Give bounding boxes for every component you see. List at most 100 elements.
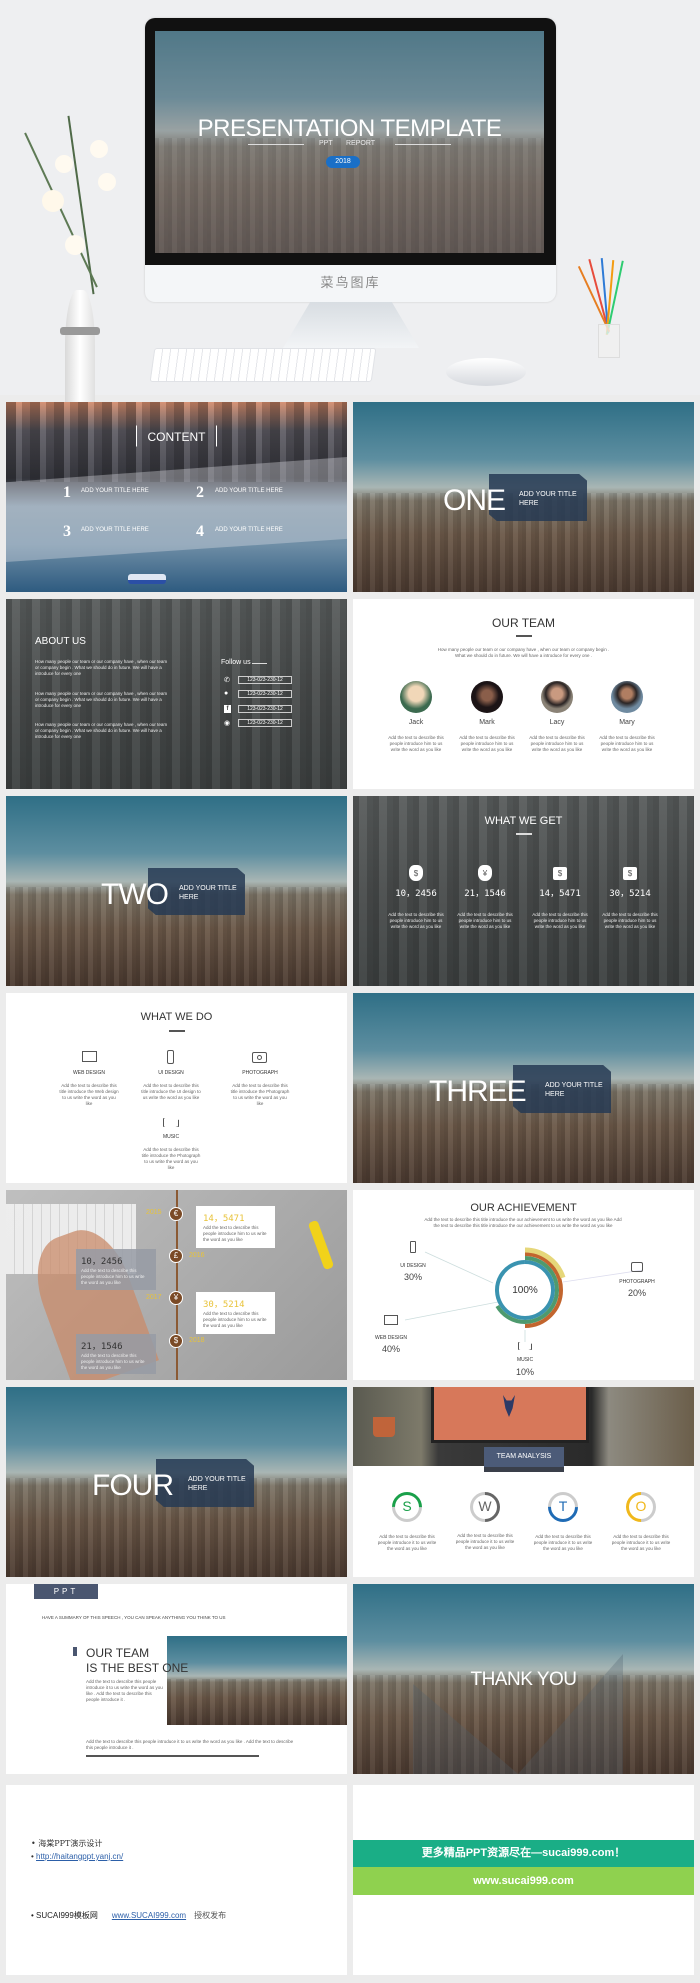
hero-sub-report: REPORT (346, 140, 376, 147)
swot-desc: Add the text to describe this people int… (611, 1534, 671, 1551)
section-subtitle: ADD YOUR TITLE HERE (545, 1082, 603, 1098)
content-item-label: ADD YOUR TITLE HERE (81, 527, 149, 533)
achievement-label: UI DESIGN (400, 1263, 426, 1269)
dollar-icon: $ (169, 1334, 183, 1348)
slide-what-we-get[interactable]: WHAT WE GET $ ¥ $ $ 10，2456 21，1546 14，5… (353, 796, 694, 986)
swot-desc: Add the text to describe this people int… (533, 1534, 593, 1551)
service-label: MUSIC (162, 1134, 180, 1140)
event-card: 21，1546 Add the text to describe this pe… (76, 1334, 156, 1374)
event-desc: Add the text to describe this people int… (81, 1268, 145, 1285)
camera-icon (631, 1262, 643, 1272)
event-card: 14，5471 Add the text to describe this pe… (196, 1206, 275, 1248)
slide-four[interactable]: FOUR ADD YOUR TITLE HERE (6, 1387, 347, 1577)
promo-banner: 更多精品PPT资源尽在—sucai999.com！ (353, 1840, 694, 1867)
credit-text: 授权发布 (194, 1911, 227, 1920)
flower-vase-image (20, 95, 140, 430)
promo-url[interactable]: www.sucai999.com (353, 1867, 694, 1895)
get-value: 10，2456 (395, 889, 437, 899)
donut-center-value: 100% (512, 1285, 538, 1296)
year-badge: 2018 (326, 156, 360, 168)
yellow-object (307, 1219, 335, 1271)
member-desc: Add the text to describe this people int… (599, 735, 655, 752)
item-number: 2 (196, 484, 204, 501)
slide-three[interactable]: THREE ADD YOUR TITLE HERE (353, 993, 694, 1183)
service-label: PHOTOGRAPH (242, 1070, 278, 1076)
get-desc: Add the text to describe this people int… (388, 912, 444, 929)
slide-one[interactable]: ONE ADD YOUR TITLE HERE (353, 402, 694, 592)
get-title: WHAT WE GET (484, 815, 563, 827)
member-name: Mark (479, 719, 495, 726)
credit-line: • 海棠PPT演示设计 (31, 1839, 103, 1848)
yen-icon: ¥ (169, 1291, 183, 1305)
section-number: FOUR (92, 1469, 174, 1502)
slide-team-analysis[interactable]: TEAM ANALYSIS Add the text to describe t… (353, 1387, 694, 1577)
slide-credits: • 海棠PPT演示设计 • http://haitangppt.yanj.cn/… (6, 1785, 347, 1975)
swot-letter: O (635, 1498, 647, 1514)
section-number: ONE (443, 484, 506, 517)
slide-content[interactable]: CONTENT 1 ADD YOUR TITLE HERE 2 ADD YOUR… (6, 402, 347, 592)
event-value: 30，5214 (203, 1300, 245, 1310)
achievement-label: WEB DESIGN (375, 1335, 407, 1341)
hero-sub-ppt: PPT (319, 140, 333, 147)
best-bottom-text: Add the text to describe this people int… (86, 1739, 294, 1750)
team-analysis-label: TEAM ANALYSIS (484, 1447, 564, 1467)
content-item-label: ADD YOUR TITLE HERE (215, 488, 283, 494)
slide-two[interactable]: TWO ADD YOUR TITLE HERE (6, 796, 347, 986)
achievement-label: MUSIC (516, 1357, 534, 1363)
connector-line (404, 1301, 499, 1321)
slide-about-us[interactable]: ABOUT US How many people our team or our… (6, 599, 347, 789)
achievement-value: 40% (381, 1344, 400, 1354)
slide-team-best[interactable]: PPT HAVE A SUMMARY OF THIS SPEECH , YOU … (6, 1584, 347, 1774)
slide-achievement[interactable]: OUR ACHIEVEMENT Add the text to describe… (353, 1190, 694, 1380)
slide-what-we-do[interactable]: WHAT WE DO WEB DESIGN UI DESIGN PHOTOGRA… (6, 993, 347, 1183)
best-desc: Add the text to describe this people int… (86, 1679, 163, 1702)
headline-line1: OUR TEAM (86, 1646, 150, 1660)
get-desc: Add the text to describe this people int… (532, 912, 588, 929)
slide-timeline[interactable]: € £ ¥ $ 2015 2016 2017 2018 14，5471 Add … (6, 1190, 347, 1380)
event-value: 10，2456 (81, 1257, 123, 1267)
camera-icon (252, 1052, 267, 1063)
year-label: 2018 (189, 1337, 205, 1344)
weibo-icon: ◉ (224, 720, 231, 727)
service-desc: Add the text to describe this title intr… (141, 1147, 201, 1170)
event-value: 14，5471 (203, 1214, 245, 1224)
slide-thank-you[interactable]: THANK YOU (353, 1584, 694, 1774)
about-paragraph: How many people our team or our company … (35, 691, 168, 708)
section-number: THREE (429, 1075, 527, 1108)
event-card: 10，2456 Add the text to describe this pe… (76, 1249, 156, 1290)
haitang-link[interactable]: http://haitangppt.yanj.cn/ (36, 1852, 123, 1861)
pound-icon: £ (169, 1249, 183, 1263)
achievement-label: PHOTOGRAPH (619, 1279, 655, 1285)
monitor-icon (384, 1315, 398, 1325)
avatar-mark (471, 681, 503, 713)
hero-mockup: PRESENTATION TEMPLATE PPT REPORT 2018 菜鸟… (0, 0, 700, 430)
get-value: 30，5214 (609, 889, 651, 899)
pencil-cup-image (576, 258, 636, 378)
year-label: 2016 (189, 1252, 205, 1259)
facebook-icon: f (224, 705, 231, 713)
music-icon (163, 1118, 179, 1127)
item-number: 3 (63, 523, 71, 540)
get-value: 21，1546 (464, 889, 506, 899)
phone-icon (410, 1241, 416, 1253)
year-label: 2017 (146, 1294, 162, 1301)
headline-line2: IS THE BEST ONE (86, 1661, 189, 1675)
content-item-label: ADD YOUR TITLE HERE (215, 527, 283, 533)
city-photo (167, 1636, 347, 1725)
sucai-link[interactable]: www.SUCAI999.com (112, 1911, 186, 1920)
hero-title: PRESENTATION TEMPLATE (197, 115, 502, 142)
phone-icon (167, 1050, 174, 1064)
mouse-image (446, 358, 526, 386)
dollar-case-icon: $ (553, 867, 567, 880)
slide-our-team[interactable]: OUR TEAM How many people our team or our… (353, 599, 694, 789)
swot-letter: T (558, 1498, 568, 1514)
yen-bag-icon: ¥ (478, 865, 492, 881)
credit-line: • SUCAI999模板网 www.SUCAI999.com 授权发布 (31, 1911, 227, 1920)
section-subtitle: ADD YOUR TITLE HERE (519, 491, 577, 507)
about-paragraph: How many people our team or our company … (35, 722, 168, 739)
credit-line: • http://haitangppt.yanj.cn/ (31, 1852, 124, 1861)
year-label: 2015 (146, 1209, 162, 1216)
swot-letter: W (478, 1498, 492, 1514)
service-desc: Add the text to describe this title intr… (230, 1083, 290, 1106)
achievement-value: 10% (515, 1367, 534, 1377)
